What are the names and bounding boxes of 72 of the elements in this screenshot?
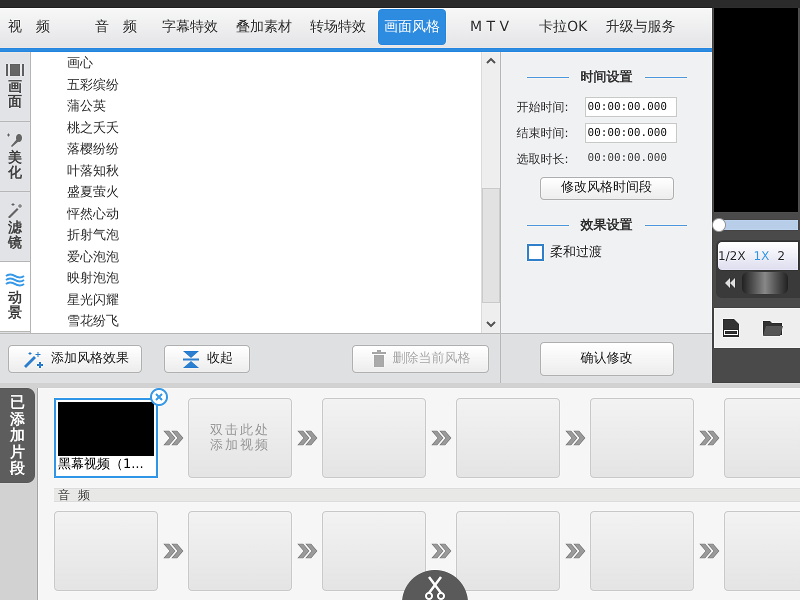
progress-track[interactable] xyxy=(714,220,798,230)
jog-wheel[interactable] xyxy=(742,272,788,294)
chevron-icon xyxy=(162,542,184,560)
chevron-icon xyxy=(430,429,452,447)
chevron-icon xyxy=(162,429,184,447)
chevron-icon xyxy=(698,429,720,447)
duration-value: 00:00:00.000 xyxy=(586,150,668,166)
section-title: 时间设置 xyxy=(580,69,632,87)
effect-item[interactable]: 盛夏萤火 xyxy=(67,182,481,204)
add-video-hint: 双击此处 xyxy=(210,423,270,438)
chevron-icon xyxy=(296,542,318,560)
speed-option[interactable]: 1/2X xyxy=(718,247,746,265)
tab[interactable]: 音 频 xyxy=(89,9,143,45)
effect-item[interactable]: 蒲公英 xyxy=(67,96,481,118)
collapse-icon xyxy=(181,348,201,368)
tab[interactable]: 升级与服务 xyxy=(599,9,682,45)
field-label: 结束时间: xyxy=(516,124,570,142)
speed-option[interactable]: 2 xyxy=(777,247,786,265)
close-icon[interactable] xyxy=(150,388,168,406)
field-label: 开始时间: xyxy=(516,98,570,116)
effect-item[interactable]: 映射泡泡 xyxy=(67,268,481,290)
effect-item[interactable]: 雪花纷飞 xyxy=(67,311,481,332)
chevron-icon xyxy=(564,429,586,447)
checkbox-label: 柔和过渡 xyxy=(550,244,602,262)
effect-item[interactable]: 画心 xyxy=(67,53,481,74)
section-title: 效果设置 xyxy=(580,216,632,234)
clip-caption: 黑幕视频（1... xyxy=(58,456,145,474)
audio-track-label: 音 频 xyxy=(57,489,92,501)
side-tab[interactable]: 动景 xyxy=(0,262,30,332)
film-icon xyxy=(5,62,25,77)
clip-thumbnail[interactable]: 黑幕视频（1... xyxy=(54,398,158,478)
effect-item[interactable]: 怦然心动 xyxy=(67,204,481,225)
side-tab[interactable]: 美化 xyxy=(0,122,30,192)
tab[interactable]: 画面风格 xyxy=(378,9,446,45)
tab[interactable]: 卡拉OK xyxy=(533,9,594,45)
modify-time-button[interactable]: 修改风格时间段 xyxy=(540,176,674,200)
folder-icon[interactable] xyxy=(762,319,784,337)
scrollbar[interactable] xyxy=(481,52,500,333)
side-tab[interactable]: 滤镜 xyxy=(0,192,30,262)
action-button[interactable]: 添加风格效果 xyxy=(8,344,142,372)
tab[interactable]: 字幕特效 xyxy=(156,9,224,45)
effect-item[interactable]: 折射气泡 xyxy=(67,225,481,246)
scissors-icon[interactable] xyxy=(402,569,468,600)
time-field[interactable]: 00:00:00.000 xyxy=(584,122,676,142)
field-label: 选取时长: xyxy=(516,150,570,168)
chevron-icon xyxy=(698,542,720,560)
effect-item[interactable]: 五彩缤纷 xyxy=(67,74,481,96)
chevron-icon xyxy=(296,429,318,447)
action-button[interactable]: 收起 xyxy=(164,344,250,372)
timeline-tab[interactable]: 已添加片段 xyxy=(0,388,35,483)
effect-item[interactable]: 叶落知秋 xyxy=(67,160,481,182)
trash-icon xyxy=(370,350,386,368)
time-field[interactable]: 00:00:00.000 xyxy=(584,96,676,116)
rewind-icon[interactable] xyxy=(724,277,736,289)
side-tab[interactable]: 画面 xyxy=(0,52,30,122)
chevron-icon xyxy=(564,542,586,560)
checkbox[interactable] xyxy=(527,244,544,262)
tab[interactable]: 视 频 xyxy=(2,9,56,45)
brush-icon xyxy=(5,132,25,148)
new-file-icon[interactable] xyxy=(722,318,740,338)
effect-item[interactable]: 星光闪耀 xyxy=(67,290,481,311)
effect-item[interactable]: 落樱纷纷 xyxy=(67,139,481,160)
chevron-icon xyxy=(430,542,452,560)
add-video-hint: 添加视频 xyxy=(210,438,270,453)
confirm-button[interactable]: 确认修改 xyxy=(540,342,674,376)
tab[interactable]: 叠加素材 xyxy=(230,9,298,45)
tab[interactable]: M T V xyxy=(452,9,528,45)
effect-item[interactable]: 桃之夭夭 xyxy=(67,118,481,139)
effect-item[interactable]: 爱心泡泡 xyxy=(67,246,481,268)
tab[interactable]: 转场特效 xyxy=(304,9,372,45)
waves-icon xyxy=(4,272,26,288)
progress-thumb[interactable] xyxy=(712,218,726,232)
